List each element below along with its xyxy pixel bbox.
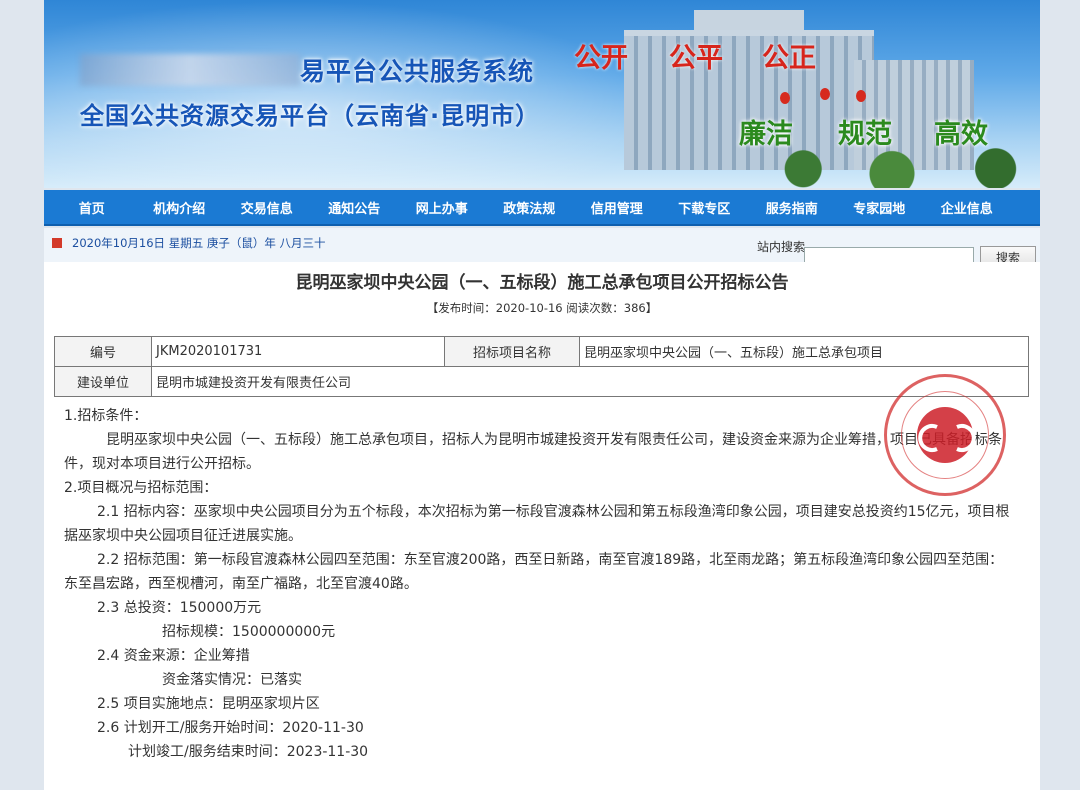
section-2-4: 2.4 资金来源：企业筹措 [97, 648, 250, 664]
slogan-just: 公正 [762, 43, 816, 74]
nav-item-experts[interactable]: 专家园地 [836, 198, 924, 217]
lantern-icon [780, 92, 790, 104]
notice-content: 昆明巫家坝中央公园（一、五标段）施工总承包项目公开招标公告 【发布时间：2020… [44, 262, 1040, 790]
section-2-1: 2.1 招标内容：巫家坝中央公园项目分为五个标段，本次招标为第一标段官渡森林公园… [64, 504, 1010, 544]
seal-logo-icon [918, 424, 976, 452]
nav-item-about[interactable]: 机构介绍 [136, 198, 224, 217]
section-2-6: 2.6 计划开工/服务开始时间：2020-11-30 [97, 720, 364, 736]
nav-item-credit[interactable]: 信用管理 [573, 198, 661, 217]
slogan-standard: 规范 [838, 119, 892, 150]
section-2-4-status: 资金落实情况：已落实 [162, 672, 302, 688]
section-2-5: 2.5 项目实施地点：昆明巫家坝片区 [97, 696, 320, 712]
section-2-title: 2.项目概况与招标范围： [64, 480, 218, 496]
date-bar: 2020年10月16日 星期五 庚子（鼠）年 八月三十 站内搜索 搜索 [44, 228, 1040, 268]
slogan-efficient: 高效 [934, 119, 988, 150]
nav-item-policy[interactable]: 政策法规 [486, 198, 574, 217]
nav-item-trading[interactable]: 交易信息 [223, 198, 311, 217]
notice-body: 1.招标条件： 昆明巫家坝中央公园（一、五标段）施工总承包项目，招标人为昆明市城… [64, 404, 1014, 764]
project-name-value: 昆明巫家坝中央公园（一、五标段）施工总承包项目 [579, 336, 1029, 367]
calendar-icon [52, 238, 62, 248]
nav-item-guide[interactable]: 服务指南 [748, 198, 836, 217]
nav-item-online-service[interactable]: 网上办事 [398, 198, 486, 217]
number-value: JKM2020101731 [151, 336, 445, 367]
nav-item-enterprise[interactable]: 企业信息 [923, 198, 1011, 217]
certification-seal [884, 374, 1006, 496]
header-banner: 易平台公共服务系统 全国公共资源交易平台（云南省·昆明市） 公开 公平 公正 廉… [44, 0, 1040, 188]
section-1-title: 1.招标条件： [64, 408, 148, 424]
notice-title: 昆明巫家坝中央公园（一、五标段）施工总承包项目公开招标公告 [295, 273, 789, 293]
banner-title-line2: 全国公共资源交易平台（云南省·昆明市） [80, 102, 541, 130]
search-label: 站内搜索 [757, 240, 806, 254]
nav-item-download[interactable]: 下载专区 [661, 198, 749, 217]
current-date: 2020年10月16日 星期五 庚子（鼠）年 八月三十 [72, 236, 326, 250]
main-nav: 首页 机构介绍 交易信息 通知公告 网上办事 政策法规 信用管理 下载专区 服务… [44, 190, 1040, 226]
banner-glow [44, 0, 664, 188]
number-label: 编号 [54, 336, 152, 367]
project-name-label: 招标项目名称 [444, 336, 580, 367]
builder-label: 建设单位 [54, 366, 152, 397]
section-1-text: 昆明巫家坝中央公园（一、五标段）施工总承包项目，招标人为昆明市城建投资开发有限责… [64, 432, 1002, 472]
lantern-icon [856, 90, 866, 102]
slogan-clean: 廉洁 [739, 119, 793, 150]
slogan-open: 公开 [574, 43, 628, 74]
section-2-6-end: 计划竣工/服务结束时间：2023-11-30 [128, 744, 369, 760]
lantern-icon [820, 88, 830, 100]
section-2-3: 2.3 总投资：150000万元 [97, 600, 262, 616]
nav-item-notices[interactable]: 通知公告 [311, 198, 399, 217]
slogan-fair: 公平 [669, 43, 723, 74]
table-row: 编号 JKM2020101731 招标项目名称 昆明巫家坝中央公园（一、五标段）… [54, 336, 1029, 367]
nav-item-home[interactable]: 首页 [48, 198, 136, 217]
section-2-2: 2.2 招标范围：第一标段官渡森林公园四至范围：东至官渡200路，西至日新路，南… [64, 552, 1004, 592]
section-2-3-scale: 招标规模：1500000000元 [162, 624, 336, 640]
notice-meta: 【发布时间：2020-10-16 阅读次数：386】 [426, 301, 658, 315]
banner-title-line1: 易平台公共服务系统 [300, 57, 535, 86]
notice-info-table: 编号 JKM2020101731 招标项目名称 昆明巫家坝中央公园（一、五标段）… [54, 336, 1029, 397]
table-row: 建设单位 昆明市城建投资开发有限责任公司 [54, 366, 1029, 397]
